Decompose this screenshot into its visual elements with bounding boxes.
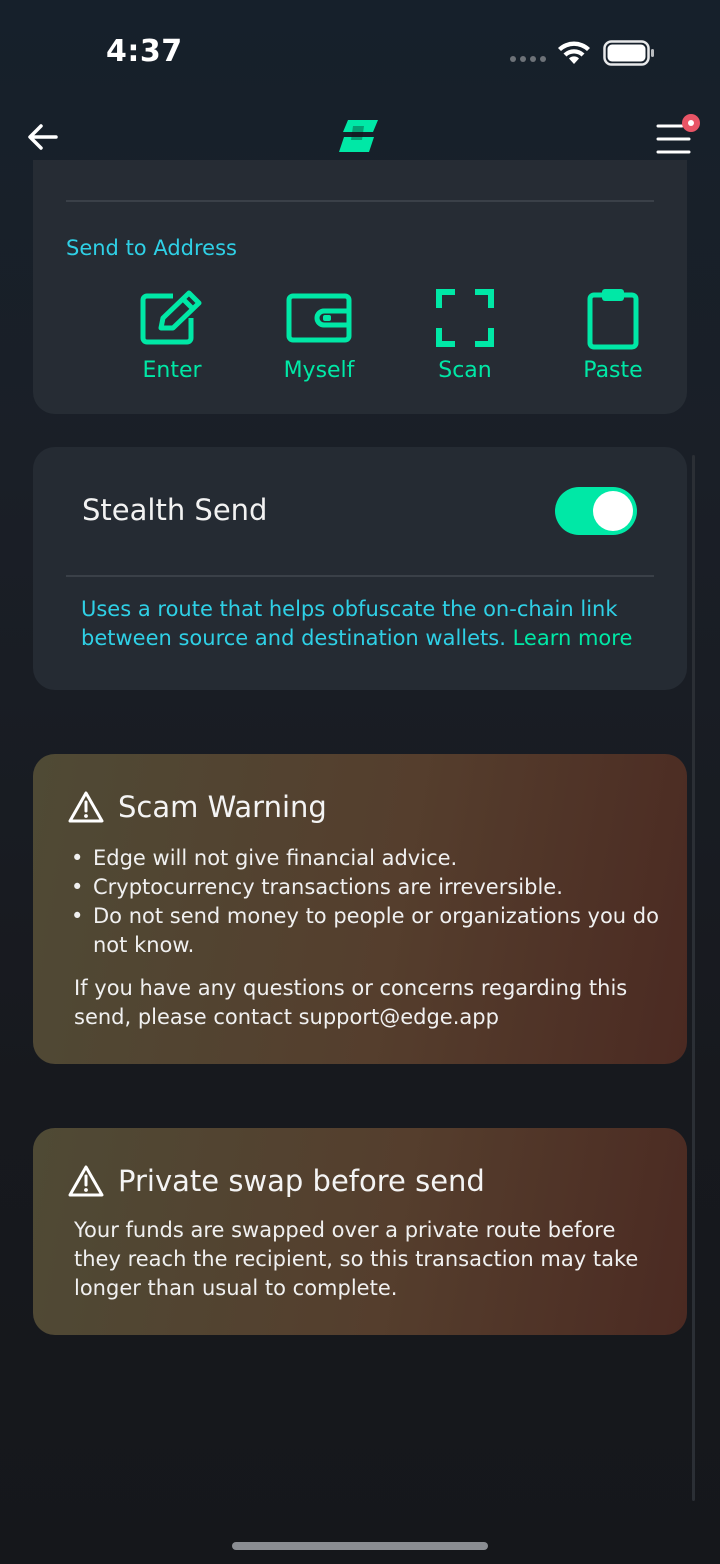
- battery-icon: [603, 40, 654, 66]
- paste-button[interactable]: Paste: [563, 286, 663, 383]
- scrollbar[interactable]: [692, 455, 695, 1501]
- myself-label: Myself: [283, 358, 355, 383]
- paste-label: Paste: [583, 358, 643, 383]
- scan-label: Scan: [438, 358, 492, 383]
- enter-label: Enter: [142, 358, 202, 383]
- list-item: Do not send money to people or organizat…: [71, 902, 671, 960]
- cellular-signal-icon: [510, 56, 546, 62]
- enter-address-button[interactable]: Enter: [122, 286, 222, 383]
- send-to-address-label: Send to Address: [66, 236, 237, 260]
- stealth-send-card: Stealth Send Uses a route that helps obf…: [33, 447, 687, 690]
- scam-warning-list: Edge will not give financial advice. Cry…: [71, 844, 671, 960]
- scan-frame-icon: [436, 289, 494, 347]
- learn-more-link[interactable]: Learn more: [513, 626, 633, 650]
- private-swap-card: Private swap before send Your funds are …: [33, 1128, 687, 1335]
- divider: [66, 200, 654, 202]
- list-item: Cryptocurrency transactions are irrevers…: [71, 873, 671, 902]
- toggle-knob: [593, 491, 633, 531]
- menu-button[interactable]: [652, 114, 700, 162]
- pencil-square-icon: [140, 290, 202, 345]
- home-indicator[interactable]: [232, 1542, 488, 1550]
- private-swap-header: Private swap before send: [68, 1164, 485, 1198]
- private-swap-body: Your funds are swapped over a private ro…: [74, 1218, 639, 1300]
- status-bar: 4:37: [0, 0, 720, 100]
- private-swap-title: Private swap before send: [118, 1164, 485, 1198]
- stealth-send-toggle[interactable]: [555, 487, 637, 535]
- wallet-icon: [286, 293, 352, 343]
- warning-triangle-icon: [68, 791, 104, 823]
- back-arrow-icon[interactable]: [26, 120, 60, 154]
- scam-warning-footer: If you have any questions or concerns re…: [74, 976, 628, 1029]
- notification-badge: [682, 114, 700, 132]
- stealth-send-description: Uses a route that helps obfuscate the on…: [81, 595, 651, 653]
- clipboard-icon: [587, 289, 639, 350]
- scam-warning-card: Scam Warning Edge will not give financia…: [33, 754, 687, 1064]
- list-item: Edge will not give financial advice.: [71, 844, 671, 873]
- scam-warning-title: Scam Warning: [118, 790, 327, 824]
- stealth-send-title: Stealth Send: [82, 493, 268, 527]
- address-actions: Enter Myself Scan Paste: [66, 286, 654, 396]
- myself-button[interactable]: Myself: [269, 286, 369, 383]
- divider: [66, 575, 654, 577]
- scam-warning-header: Scam Warning: [68, 790, 327, 824]
- status-time: 4:37: [106, 34, 183, 69]
- send-to-address-card: Send to Address Enter Myself Scan Paste: [33, 160, 687, 414]
- warning-triangle-icon: [68, 1165, 104, 1197]
- wifi-icon: [558, 41, 590, 64]
- edge-logo-icon: [339, 120, 378, 152]
- scan-button[interactable]: Scan: [415, 286, 515, 383]
